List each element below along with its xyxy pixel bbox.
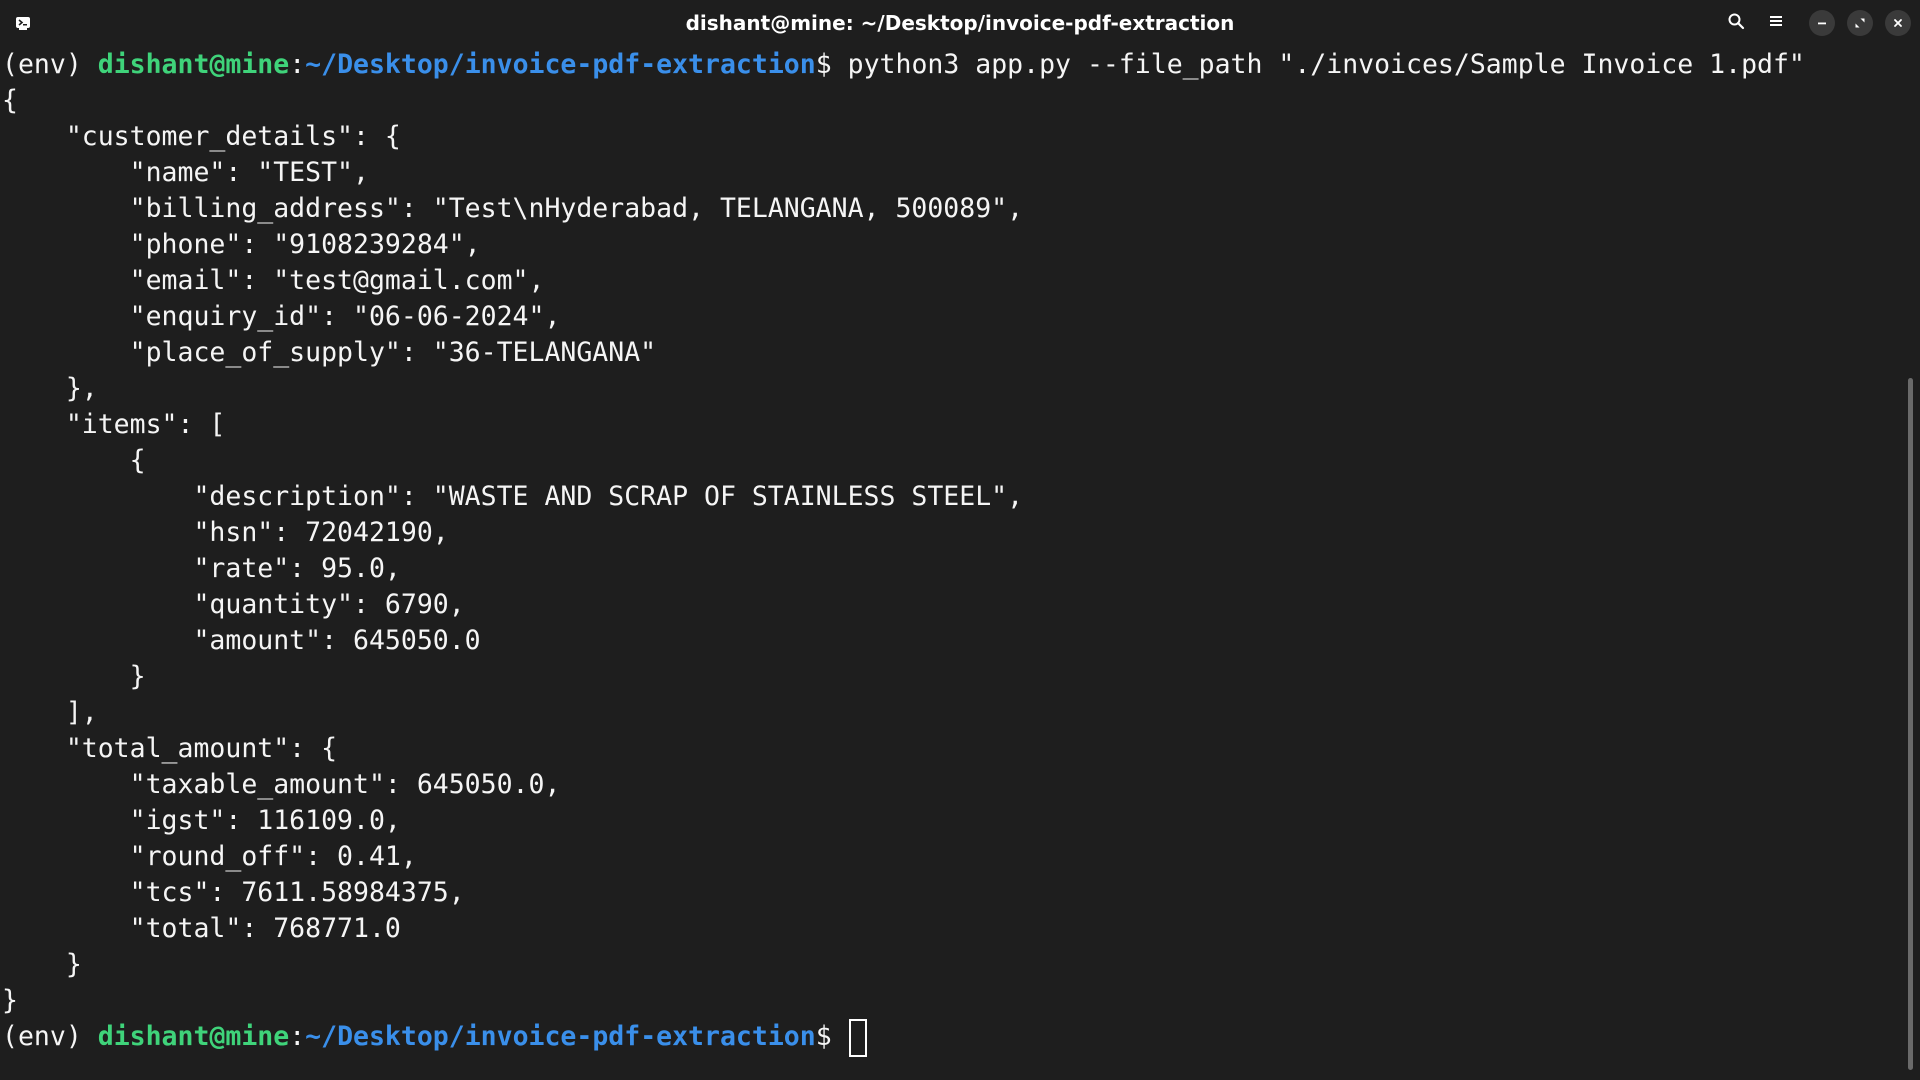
output-line: "amount": 645050.0 <box>2 625 481 656</box>
output-line: "phone": "9108239284", <box>2 229 481 260</box>
output-line: "taxable_amount": 645050.0, <box>2 769 561 800</box>
output-line: }, <box>2 373 98 404</box>
menu-button[interactable] <box>1763 10 1789 36</box>
output-line: "description": "WASTE AND SCRAP OF STAIN… <box>2 481 1024 512</box>
window-titlebar: dishant@mine: ~/Desktop/invoice-pdf-extr… <box>0 0 1920 46</box>
window-title: dishant@mine: ~/Desktop/invoice-pdf-extr… <box>685 11 1235 35</box>
terminal-output-area[interactable]: (env) dishant@mine:~/Desktop/invoice-pdf… <box>0 47 1905 1080</box>
output-line: } <box>2 949 82 980</box>
output-line: "total_amount": { <box>2 733 338 764</box>
prompt-separator: : <box>289 49 306 80</box>
command-prompt-line: (env) dishant@mine:~/Desktop/invoice-pdf… <box>2 47 1805 83</box>
output-line: "email": "test@gmail.com", <box>2 265 545 296</box>
vertical-scrollbar[interactable] <box>1908 378 1913 1070</box>
prompt-user-host: dishant@mine <box>97 49 290 80</box>
prompt-separator: : <box>289 1021 306 1052</box>
search-button[interactable] <box>1723 10 1749 36</box>
output-line: "name": "TEST", <box>2 157 369 188</box>
command-prompt-line: (env) dishant@mine:~/Desktop/invoice-pdf… <box>2 1019 848 1055</box>
minimize-button[interactable] <box>1809 10 1835 36</box>
command-text: python3 app.py --file_path "./invoices/S… <box>847 49 1805 80</box>
output-line: "tcs": 7611.58984375, <box>2 877 465 908</box>
output-line: "hsn": 72042190, <box>2 517 449 548</box>
prompt-env: (env) <box>2 49 98 80</box>
output-line: "total": 768771.0 <box>2 913 401 944</box>
close-button[interactable] <box>1885 10 1911 36</box>
output-line: "customer_details": { <box>2 121 401 152</box>
output-line: "round_off": 0.41, <box>2 841 417 872</box>
output-line: "rate": 95.0, <box>2 553 401 584</box>
output-line: } <box>2 661 146 692</box>
prompt-symbol: $ <box>815 49 848 80</box>
prompt-path: ~/Desktop/invoice-pdf-extraction <box>305 1021 816 1052</box>
prompt-path: ~/Desktop/invoice-pdf-extraction <box>305 49 816 80</box>
prompt-symbol: $ <box>815 1021 848 1052</box>
text-cursor <box>849 1019 867 1057</box>
output-line: } <box>2 985 18 1016</box>
prompt-user-host: dishant@mine <box>97 1021 290 1052</box>
output-line: { <box>2 445 146 476</box>
search-icon <box>1727 12 1745 34</box>
output-line: { <box>2 85 18 116</box>
output-line: "igst": 116109.0, <box>2 805 401 836</box>
restore-button[interactable] <box>1847 10 1873 36</box>
prompt-env: (env) <box>2 1021 98 1052</box>
output-line: "items": [ <box>2 409 226 440</box>
close-icon <box>1892 14 1904 33</box>
output-line: "billing_address": "Test\nHyderabad, TEL… <box>2 193 1024 224</box>
output-line: "place_of_supply": "36-TELANGANA" <box>2 337 657 368</box>
minimize-icon <box>1816 14 1828 33</box>
output-line: "quantity": 6790, <box>2 589 465 620</box>
restore-icon <box>1854 14 1866 33</box>
hamburger-menu-icon <box>1768 13 1784 33</box>
output-line: ], <box>2 697 98 728</box>
output-line: "enquiry_id": "06-06-2024", <box>2 301 561 332</box>
